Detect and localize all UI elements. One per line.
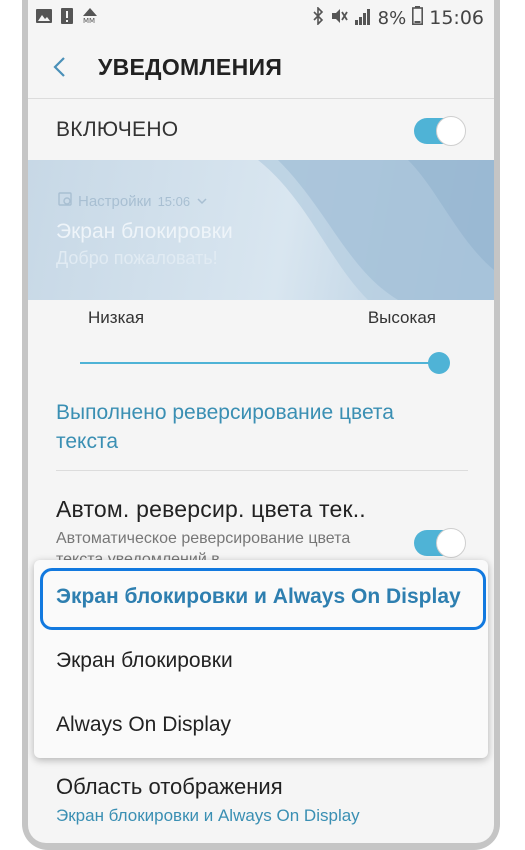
clock: 15:06 <box>429 7 484 29</box>
status-bar: MM 8% 15:06 <box>28 0 494 36</box>
toggle-knob <box>436 528 466 558</box>
display-area-title[interactable]: Область отображения <box>56 774 283 800</box>
bluetooth-icon <box>312 5 324 30</box>
preview-app-time: 15:06 <box>157 193 191 209</box>
auto-reverse-description: Автоматическое реверсирование цвета текс… <box>56 530 351 562</box>
screen: MM 8% 15:06 УВЕДОМЛЕНИЯ ВКЛЮЧЕНО Настрой… <box>28 0 494 843</box>
notification-preview: Настройки 15:06 Экран блокировки Добро п… <box>28 160 494 300</box>
transparency-slider[interactable] <box>80 352 450 374</box>
image-icon <box>36 9 52 28</box>
selection-highlight-frame <box>40 568 486 630</box>
settings-gear-icon <box>58 192 72 210</box>
option-always-on-display[interactable]: Always On Display <box>56 713 231 737</box>
preview-title: Экран блокировки <box>56 220 233 243</box>
option-lockscreen[interactable]: Экран блокировки <box>56 649 233 673</box>
master-toggle-label: ВКЛЮЧЕНО <box>56 118 179 141</box>
master-toggle-switch[interactable] <box>414 116 466 146</box>
back-button[interactable] <box>46 52 76 82</box>
header-divider <box>28 98 494 99</box>
preview-app-name: Настройки <box>78 192 152 210</box>
slider-high-label: Высокая <box>367 308 436 327</box>
header: УВЕДОМЛЕНИЯ <box>28 36 494 98</box>
master-toggle-row[interactable]: ВКЛЮЧЕНО <box>28 100 494 160</box>
mm-icon: MM <box>82 8 98 29</box>
battery-icon <box>412 6 424 30</box>
toggle-knob <box>436 116 466 146</box>
slider-thumb[interactable] <box>428 352 450 374</box>
slider-low-label: Низкая <box>88 308 145 327</box>
mute-icon <box>330 7 348 30</box>
svg-text:MM: MM <box>83 17 95 24</box>
slider-track[interactable] <box>80 362 448 364</box>
auto-reverse-title[interactable]: Автом. реверсир. цвета тек.. <box>56 496 366 523</box>
signal-icon <box>354 7 372 30</box>
section-divider <box>56 470 468 471</box>
alert-icon <box>61 8 73 29</box>
chevron-down-icon <box>196 193 208 210</box>
reversed-text-status: Выполнено реверсирование цвета текста <box>56 401 394 453</box>
battery-percent: 8% <box>377 7 407 29</box>
display-area-value: Экран блокировки и Always On Display <box>56 806 360 825</box>
auto-reverse-toggle[interactable] <box>414 528 466 558</box>
transparency-labels: Низкая Высокая <box>28 306 494 330</box>
page-title: УВЕДОМЛЕНИЯ <box>98 54 283 80</box>
chevron-left-icon <box>53 57 65 77</box>
preview-subtitle: Добро пожаловать! <box>56 248 218 268</box>
